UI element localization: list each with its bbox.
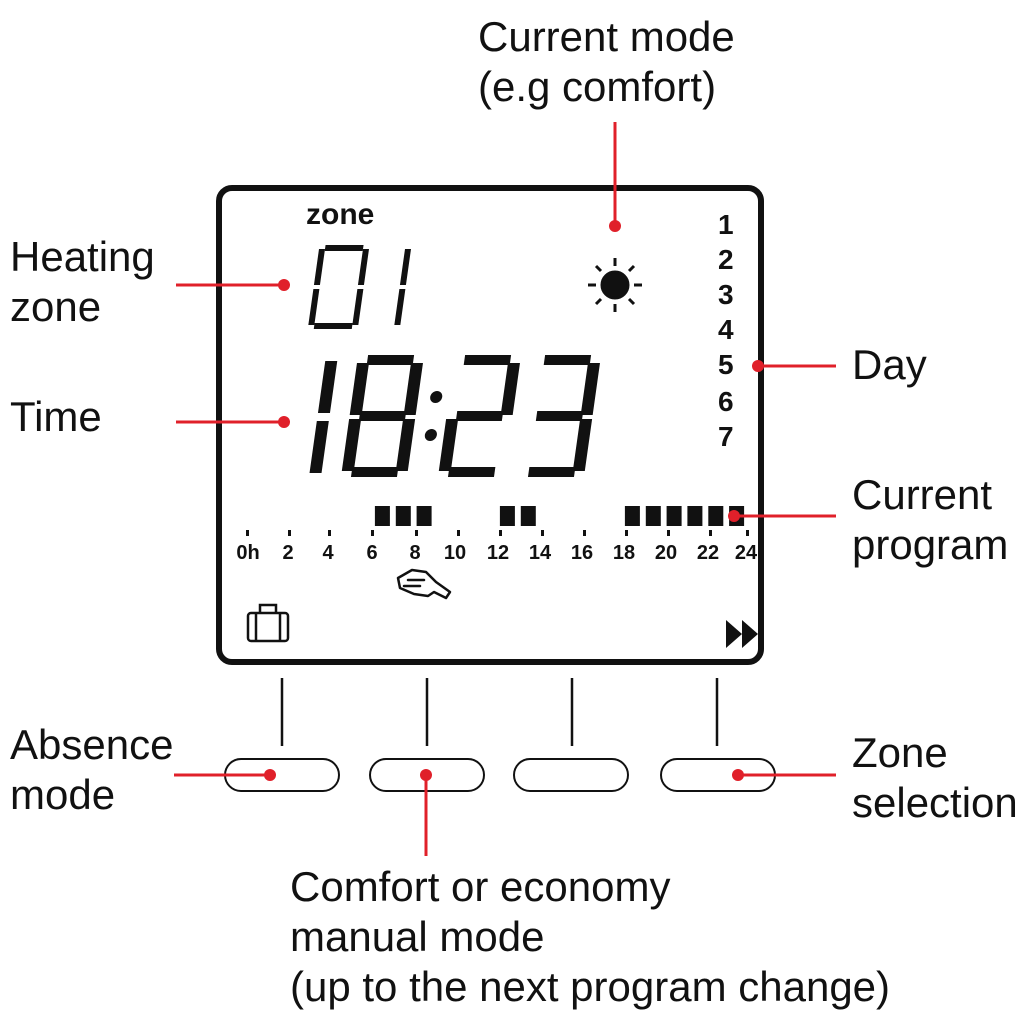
day-1: 1 (718, 209, 734, 240)
hour-label: 0h (236, 542, 260, 564)
label-time: Time (10, 393, 102, 440)
hour-label: 4 (322, 542, 334, 564)
unlabeled-button[interactable] (513, 758, 629, 792)
hour-label: 22 (696, 542, 720, 564)
hour-label: 2 (282, 542, 294, 564)
label-zone-selection-line2: selection (852, 779, 1018, 826)
hour-label: 18 (612, 542, 636, 564)
hour-label: 10 (443, 542, 467, 564)
day-3: 3 (718, 279, 734, 310)
day-4: 4 (718, 314, 734, 345)
label-current-program-line1: Current (852, 471, 993, 518)
label-absence-mode: Absence mode (10, 720, 173, 820)
label-zone-selection-line1: Zone (852, 729, 948, 776)
hour-label: 12 (486, 542, 510, 564)
label-current-mode-line1: Current mode (478, 13, 735, 60)
label-day: Day (852, 341, 927, 388)
label-heating-zone-line1: Heating (10, 233, 155, 280)
lcd-display (216, 185, 764, 665)
label-comfort-manual-line2: manual mode (290, 913, 545, 960)
manual-mode-button[interactable] (369, 758, 485, 792)
label-current-program-line2: program (852, 521, 1009, 568)
label-current-program: Current program (852, 470, 1008, 570)
zone-selection-button[interactable] (660, 758, 776, 792)
label-comfort-manual: Comfort or economy manual mode (up to th… (290, 862, 890, 1012)
label-heating-zone: Heating zone (10, 232, 155, 332)
hour-label: 14 (528, 542, 552, 564)
absence-mode-button[interactable] (224, 758, 340, 792)
label-comfort-manual-line3: (up to the next program change) (290, 963, 891, 1010)
hour-label: 24 (734, 542, 758, 564)
day-6: 6 (718, 386, 734, 417)
hour-label: 16 (570, 542, 594, 564)
day-2: 2 (718, 244, 734, 275)
label-comfort-manual-line1: Comfort or economy (290, 863, 671, 910)
hour-label: 6 (366, 542, 378, 564)
zone-word: zone (306, 198, 375, 231)
label-current-mode: Current mode (e.g comfort) (478, 12, 735, 112)
hour-label: 8 (409, 542, 421, 564)
label-absence-mode-line2: mode (10, 771, 116, 818)
label-current-mode-line2: (e.g comfort) (478, 63, 717, 110)
label-zone-selection: Zone selection (852, 728, 1018, 828)
label-absence-mode-line1: Absence (10, 721, 174, 768)
day-7: 7 (718, 421, 734, 452)
day-5: 5 (718, 349, 734, 380)
hour-label: 20 (654, 542, 678, 564)
label-heating-zone-line2: zone (10, 283, 102, 330)
button-stems (280, 678, 719, 746)
